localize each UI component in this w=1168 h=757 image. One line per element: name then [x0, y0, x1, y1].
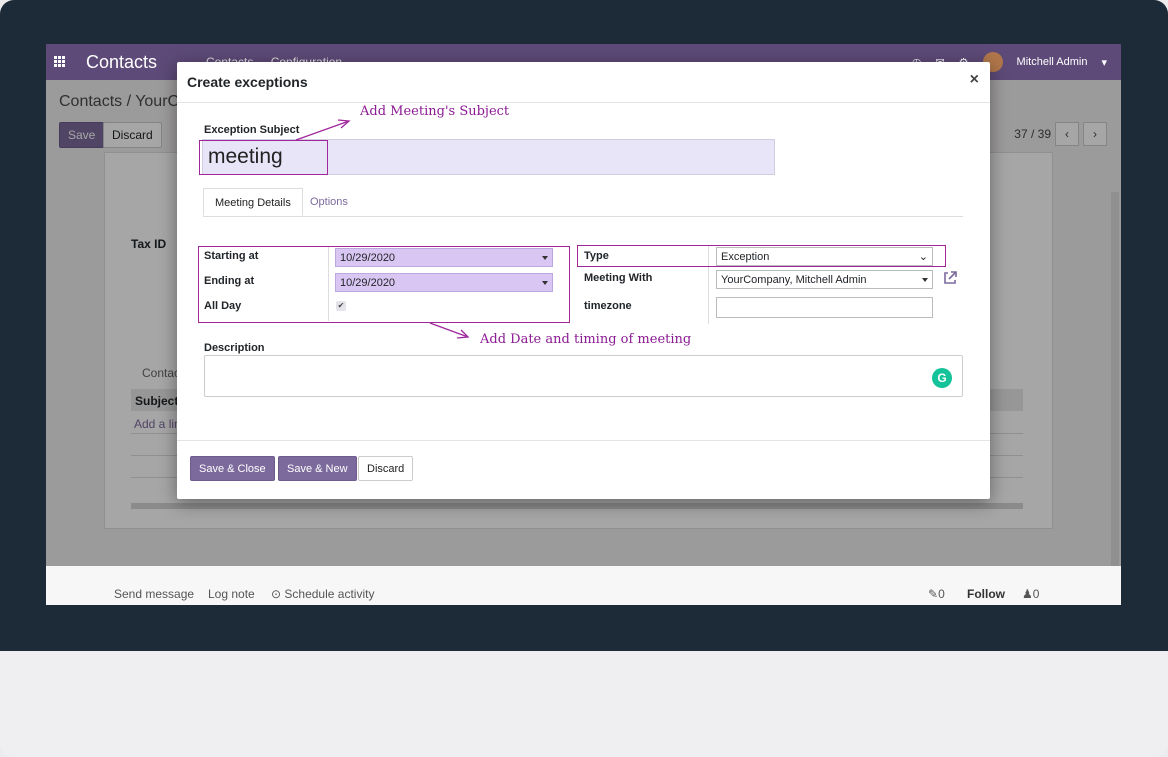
schedule-activity-button[interactable]: ⊙ Schedule activity	[271, 587, 374, 601]
followers-count[interactable]: ♟0	[1022, 587, 1039, 601]
description-label: Description	[204, 342, 265, 354]
grammarly-icon[interactable]: G	[932, 368, 952, 388]
save-new-button[interactable]: Save & New	[278, 456, 357, 481]
chatter-bar: Send message Log note ⊙ Schedule activit…	[46, 566, 1121, 605]
modal-header: Create exceptions ×	[177, 62, 990, 103]
type-highlight-box	[577, 245, 946, 267]
date-highlight-box	[198, 246, 570, 323]
apps-grid-icon[interactable]	[54, 56, 65, 67]
modal-footer: Save & Close Save & New Discard	[177, 440, 990, 500]
chevron-down-icon[interactable]: ▾	[1101, 56, 1107, 69]
tabs: Meeting Details Options	[203, 188, 963, 217]
user-icon: ♟	[1022, 587, 1033, 601]
external-link-icon[interactable]	[942, 270, 958, 286]
user-name[interactable]: Mitchell Admin	[1017, 56, 1088, 68]
follow-button[interactable]: Follow	[967, 587, 1005, 601]
log-note-button[interactable]: Log note	[208, 587, 255, 601]
app-title: Contacts	[86, 52, 158, 72]
subject-label: Exception Subject	[204, 124, 300, 136]
paperclip-icon: ✎	[928, 587, 939, 601]
save-close-button[interactable]: Save & Close	[190, 456, 275, 481]
discard-button[interactable]: Discard	[358, 456, 414, 481]
close-icon[interactable]: ×	[970, 71, 979, 89]
meeting-with-select[interactable]: YourCompany, Mitchell Admin	[716, 270, 933, 289]
date-annotation: Add Date and timing of meeting	[480, 332, 692, 347]
tab-meeting-details[interactable]: Meeting Details	[203, 188, 303, 216]
meeting-with-label: Meeting With	[584, 272, 653, 284]
subject-highlight-box	[199, 140, 328, 175]
clock-icon: ⊙	[271, 587, 282, 601]
bottom-panel	[0, 651, 1168, 757]
attachments-count[interactable]: ✎0	[928, 587, 945, 601]
modal-title: Create exceptions	[187, 74, 308, 90]
send-message-button[interactable]: Send message	[114, 587, 194, 601]
description-input[interactable]: G	[204, 355, 963, 397]
timezone-label: timezone	[584, 300, 632, 312]
subject-annotation: Add Meeting's Subject	[360, 104, 510, 119]
timezone-input[interactable]	[716, 297, 933, 318]
caret-down-icon	[922, 278, 928, 282]
tab-options[interactable]: Options	[299, 188, 359, 216]
